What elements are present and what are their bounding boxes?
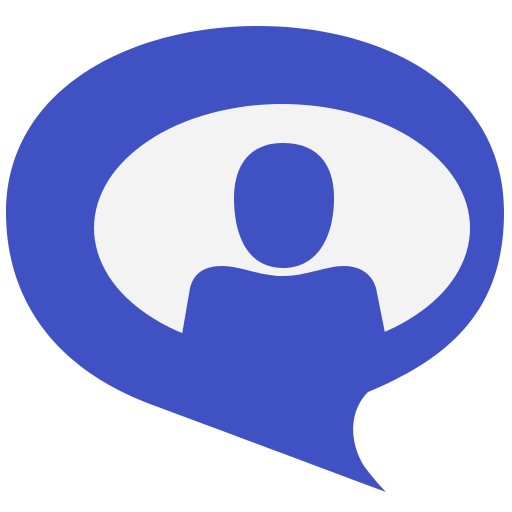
person-head bbox=[234, 143, 334, 268]
app-icon bbox=[0, 0, 512, 512]
person-body bbox=[178, 266, 390, 369]
chat-bubble-user-icon bbox=[6, 26, 504, 492]
